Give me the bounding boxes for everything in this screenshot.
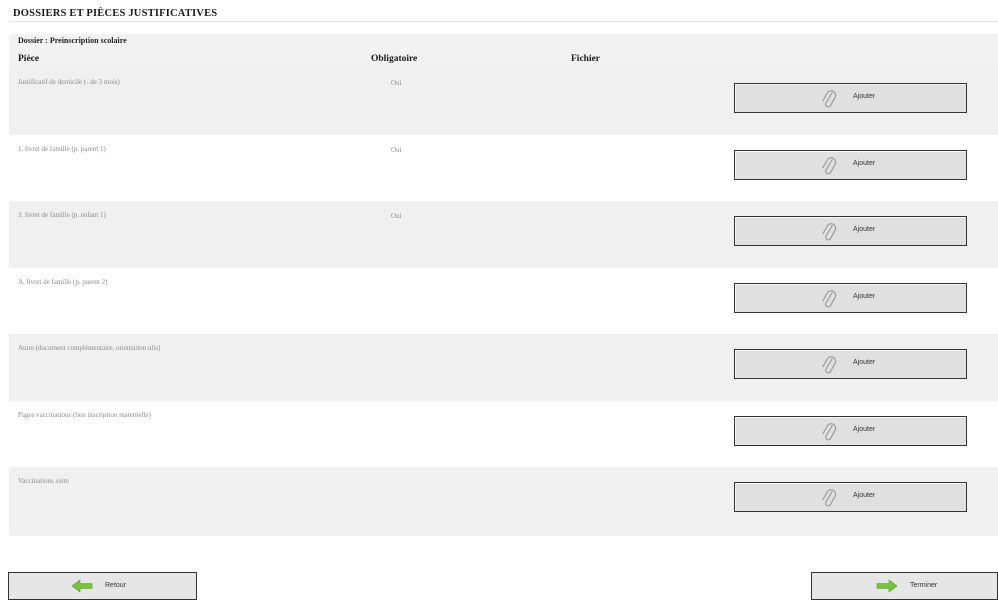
document-row: 1. livret de famille (p. parent 1) Oui A… [9, 134, 998, 201]
add-file-label: Ajouter [853, 359, 876, 366]
document-label: Justificatif de domicile (- de 3 mois) [18, 78, 120, 86]
back-label: Retour [105, 582, 127, 589]
document-label: Autre (document complémentaire, orientat… [18, 344, 161, 352]
finish-button[interactable]: Terminer [811, 572, 998, 600]
document-row: Pages vaccinations (lien inscription mat… [9, 400, 998, 467]
add-file-label: Ajouter [853, 492, 876, 499]
document-required: Oui [391, 212, 402, 220]
paperclip-icon [822, 422, 837, 440]
column-header-obligatoire: Obligatoire [371, 54, 418, 64]
add-file-label: Ajouter [853, 226, 876, 233]
add-file-button[interactable]: Ajouter [734, 415, 967, 446]
back-button[interactable]: Retour [8, 572, 197, 600]
arrow-left-icon [71, 579, 93, 593]
column-header-piece: Pièce [18, 54, 40, 64]
document-row: 3. livret de famille (p. enfant 1) Oui A… [9, 201, 998, 268]
document-label: 3. livret de famille (p. enfant 1) [18, 211, 106, 219]
paperclip-icon [822, 289, 837, 307]
add-file-label: Ajouter [853, 159, 876, 167]
document-label: Pages vaccinations (lien inscription mat… [18, 410, 151, 419]
add-file-label: Ajouter [853, 292, 876, 300]
paperclip-icon [822, 156, 837, 174]
document-row: Justificatif de domicile (- de 3 mois) O… [9, 68, 998, 135]
document-label: A. livret de famille (p. parent 2) [18, 277, 108, 286]
document-label: 1. livret de famille (p. parent 1) [18, 144, 106, 153]
add-file-button[interactable]: Ajouter [734, 216, 967, 246]
paperclip-icon [822, 223, 837, 241]
document-required: Oui [391, 145, 402, 154]
add-file-button[interactable]: Ajouter [734, 149, 967, 180]
document-row: A. livret de famille (p. parent 2) Ajout… [9, 267, 998, 334]
paperclip-icon [822, 90, 837, 108]
dossier-label: Dossier : Preinscription scolaire [18, 36, 127, 45]
add-file-label: Ajouter [853, 93, 876, 100]
paperclip-icon [822, 356, 837, 374]
paperclip-icon [822, 489, 837, 507]
arrow-right-icon [876, 579, 898, 593]
add-file-button[interactable]: Ajouter [734, 282, 967, 313]
add-file-button[interactable]: Ajouter [734, 349, 967, 379]
document-label: Vaccinations suite [18, 477, 69, 485]
documents-list: Justificatif de domicile (- de 3 mois) O… [9, 68, 998, 534]
finish-label: Terminer [910, 582, 938, 589]
add-file-label: Ajouter [853, 425, 876, 433]
document-row: Autre (document complémentaire, orientat… [9, 334, 998, 401]
documents-panel: Dossier : Preinscription scolaire Pièce … [9, 34, 998, 536]
add-file-button[interactable]: Ajouter [734, 482, 967, 512]
add-file-button[interactable]: Ajouter [734, 83, 967, 113]
column-header-fichier: Fichier [571, 54, 601, 64]
document-row: Vaccinations suite Ajouter [9, 467, 998, 534]
document-required: Oui [391, 79, 402, 87]
section-title: DOSSIERS ET PIÈCES JUSTIFICATIVES [9, 6, 998, 22]
